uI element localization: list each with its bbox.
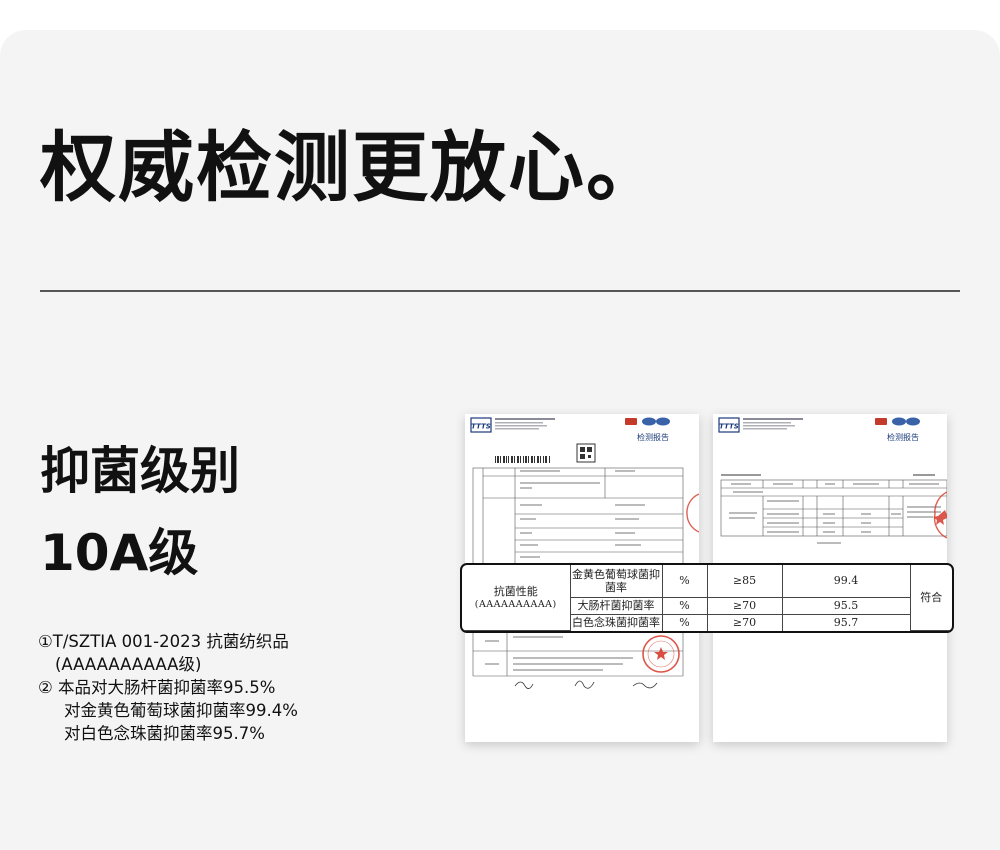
report-title: 检测报告 bbox=[887, 432, 919, 442]
row-unit: % bbox=[661, 596, 708, 615]
barcode-icon bbox=[495, 456, 550, 463]
report-title: 检测报告 bbox=[637, 432, 669, 442]
row-name: 大肠杆菌抑菌率 bbox=[570, 596, 663, 615]
notes-list: ①T/SZTIA 001-2023 抗菌纺织品 (AAAAAAAAAA级) ② … bbox=[38, 630, 298, 745]
signature-1-icon bbox=[514, 681, 534, 689]
row-requirement: ≥85 bbox=[706, 565, 783, 598]
cnas-seal-icon bbox=[656, 417, 670, 426]
row-result: 99.4 bbox=[781, 565, 911, 598]
page-headline: 权威检测更放心。 bbox=[40, 123, 664, 212]
row-requirement: ≥70 bbox=[706, 613, 783, 631]
row-requirement: ≥70 bbox=[706, 596, 783, 615]
grade-label: 抑菌级别 bbox=[40, 442, 240, 500]
signature-2-icon bbox=[574, 680, 595, 689]
accreditation-mark-icon bbox=[875, 418, 887, 425]
cnas-seal-icon bbox=[906, 417, 920, 426]
seal-edge-icon bbox=[686, 493, 699, 533]
row-name: 白色念珠菌抑菌率 bbox=[570, 613, 663, 631]
divider bbox=[40, 290, 960, 292]
zoomed-result-table: 抗菌性能 (AAAAAAAAAA) 金黄色葡萄球菌抑菌率 % ≥85 99.4 符… bbox=[460, 563, 954, 633]
verdict-cell: 符合 bbox=[909, 565, 952, 631]
note-staph-rate: 对金黄色葡萄球菌抑菌率99.4% bbox=[64, 701, 298, 720]
cma-seal-icon bbox=[892, 417, 906, 426]
note-ecoli-rate: ② 本品对大肠杆菌抑菌率95.5% bbox=[38, 678, 276, 697]
signature-3-icon bbox=[632, 682, 658, 689]
row-unit: % bbox=[661, 613, 708, 631]
note-standard-grade: (AAAAAAAAAA级) bbox=[55, 655, 202, 674]
item-cell: 抗菌性能 (AAAAAAAAAA) bbox=[462, 565, 571, 631]
note-candida-rate: 对白色念珠菌抑菌率95.7% bbox=[64, 724, 265, 743]
item-name: 抗菌性能 bbox=[493, 584, 538, 598]
row-result: 95.5 bbox=[781, 596, 910, 615]
row-name: 金黄色葡萄球菌抑菌率 bbox=[569, 565, 663, 598]
row-result: 95.7 bbox=[781, 613, 910, 631]
report-logo-text: TTTS bbox=[719, 423, 739, 431]
accreditation-mark-icon bbox=[625, 418, 637, 425]
grade-value: 10A级 bbox=[40, 524, 199, 582]
cma-seal-icon bbox=[642, 417, 656, 426]
item-grade-code: (AAAAAAAAAA) bbox=[474, 598, 557, 610]
note-standard: ①T/SZTIA 001-2023 抗菌纺织品 bbox=[38, 632, 289, 651]
row-unit: % bbox=[661, 565, 708, 598]
table-row: 抗菌性能 (AAAAAAAAAA) 金黄色葡萄球菌抑菌率 % ≥85 99.4 符… bbox=[462, 565, 952, 631]
report-logo-text: TTTS bbox=[471, 423, 491, 431]
antibacterial-result-table: 抗菌性能 (AAAAAAAAAA) 金黄色葡萄球菌抑菌率 % ≥85 99.4 符… bbox=[462, 565, 952, 631]
